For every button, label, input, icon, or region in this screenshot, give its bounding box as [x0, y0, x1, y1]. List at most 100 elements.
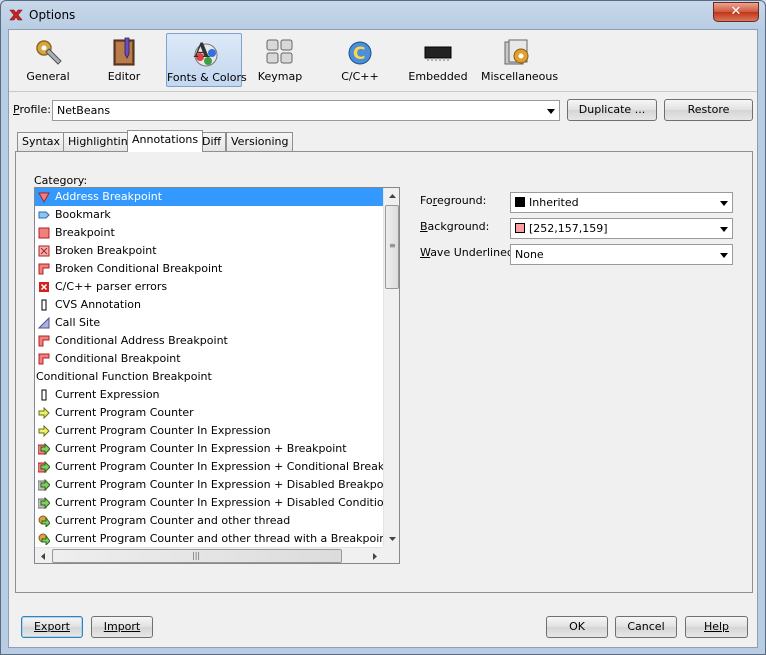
scroll-down-icon[interactable] — [384, 530, 400, 547]
list-item-label: Current Program Counter In Expression — [55, 424, 271, 437]
import-button[interactable]: Import — [91, 616, 153, 638]
broken-breakpoint-icon — [38, 245, 50, 257]
list-item-label: Current Program Counter In Expression + … — [55, 442, 347, 455]
tab-versioning[interactable]: Versioning — [226, 132, 294, 151]
restore-button[interactable]: Restore — [664, 99, 753, 121]
list-item-label: Breakpoint — [55, 226, 115, 239]
list-item[interactable]: Conditional Breakpoint — [35, 350, 383, 368]
foreground-value: Inherited — [529, 196, 579, 209]
list-item-label: Current Expression — [55, 388, 160, 401]
misc-gear-icon — [504, 39, 529, 65]
options-window: Options ✕ General Editor A Fonts & Color… — [0, 0, 766, 655]
category-general[interactable]: General — [17, 33, 79, 87]
list-item[interactable]: Bookmark — [35, 206, 383, 224]
list-item[interactable]: Conditional Address Breakpoint — [35, 332, 383, 350]
program-counter-breakpoint-icon — [38, 461, 50, 473]
breakpoint-icon — [38, 227, 50, 239]
wave-underlined-select[interactable]: None — [510, 244, 733, 265]
vertical-scroll-thumb[interactable]: ≡ — [385, 205, 399, 289]
profile-value: NetBeans — [57, 104, 111, 117]
window-title: Options — [29, 8, 76, 22]
list-item[interactable]: C/C++ parser errors — [35, 278, 383, 296]
export-button[interactable]: Export — [21, 616, 83, 638]
list-item-label: C/C++ parser errors — [55, 280, 168, 293]
cpp-icon: C — [348, 41, 372, 65]
help-button[interactable]: Help — [685, 616, 748, 638]
duplicate-button[interactable]: Duplicate ... — [567, 99, 657, 121]
background-select[interactable]: [252,157,159] — [510, 218, 733, 239]
list-item[interactable]: Call Site — [35, 314, 383, 332]
list-item[interactable]: Current Program Counter In Expression + … — [35, 494, 383, 512]
category-miscellaneous[interactable]: Miscellaneous — [481, 33, 558, 87]
horizontal-scrollbar[interactable]: ||| — [35, 547, 383, 564]
category-editor[interactable]: Editor — [93, 33, 155, 87]
list-item[interactable]: Current Program Counter In Expression + … — [35, 476, 383, 494]
category-label: Category: — [34, 174, 88, 187]
svg-text:A: A — [193, 38, 210, 62]
list-item[interactable]: Current Expression — [35, 386, 383, 404]
cvs-annotation-icon — [41, 299, 47, 311]
ok-button[interactable]: OK — [546, 616, 608, 638]
category-keymap[interactable]: Keymap — [249, 33, 311, 87]
pencil-book-icon — [113, 37, 135, 66]
close-button[interactable]: ✕ — [713, 2, 759, 22]
netbeans-app-icon — [9, 9, 23, 21]
scroll-right-icon[interactable] — [366, 548, 383, 564]
cancel-button[interactable]: Cancel — [615, 616, 677, 638]
annotations-panel: Category: Address Breakpoint Bookmark Brea… — [15, 151, 753, 593]
gear-wrench-icon — [36, 40, 62, 65]
list-item-label: Current Program Counter and other thread… — [55, 532, 383, 545]
tab-annotations[interactable]: Annotations — [127, 130, 204, 152]
category-editor-label: Editor — [107, 70, 141, 83]
vertical-scrollbar[interactable]: ≡ — [383, 188, 400, 547]
current-expression-icon — [41, 389, 47, 401]
list-item[interactable]: Current Program Counter and other thread… — [35, 530, 383, 548]
list-item[interactable]: Address Breakpoint — [35, 188, 383, 206]
wave-underlined-label: Wave Underlined: — [420, 246, 518, 259]
list-item[interactable]: Current Program Counter In Expression + … — [35, 440, 383, 458]
list-item[interactable]: Current Program Counter In Expression + … — [35, 458, 383, 476]
list-item[interactable]: Broken Conditional Breakpoint — [35, 260, 383, 278]
tab-syntax[interactable]: Syntax — [17, 132, 66, 151]
category-embedded[interactable]: Embedded — [405, 33, 471, 87]
scroll-up-icon[interactable] — [384, 188, 400, 205]
list-item-label: Current Program Counter — [55, 406, 194, 419]
horizontal-scroll-thumb[interactable]: ||| — [52, 549, 342, 563]
list-item-label: CVS Annotation — [55, 298, 142, 311]
annotation-category-list[interactable]: Address Breakpoint Bookmark Breakpoint Brok… — [34, 187, 400, 564]
list-item[interactable]: CVS Annotation — [35, 296, 383, 314]
chevron-down-icon — [720, 227, 728, 232]
list-item[interactable]: Current Program Counter — [35, 404, 383, 422]
background-value: [252,157,159] — [529, 222, 608, 235]
wave-underlined-value: None — [515, 248, 544, 261]
list-item-label: Current Program Counter In Expression + … — [55, 478, 383, 491]
list-item-label: Conditional Function Breakpoint — [36, 370, 212, 383]
list-item[interactable]: Conditional Function Breakpoint — [35, 368, 383, 386]
call-site-icon — [38, 317, 50, 329]
keyboard-icon — [266, 39, 293, 64]
foreground-select[interactable]: Inherited — [510, 192, 733, 213]
category-cpp[interactable]: C C/C++ — [329, 33, 391, 87]
category-embedded-label: Embedded — [408, 70, 468, 83]
category-keymap-label: Keymap — [257, 70, 303, 83]
scroll-left-icon[interactable] — [35, 548, 52, 564]
program-counter-thread-icon — [38, 533, 50, 545]
list-item-label: Current Program Counter In Expression + … — [55, 460, 383, 473]
list-item[interactable]: Current Program Counter and other thread — [35, 512, 383, 530]
list-item[interactable]: Broken Breakpoint — [35, 242, 383, 260]
list-item[interactable]: Breakpoint — [35, 224, 383, 242]
broken-conditional-breakpoint-icon — [38, 263, 50, 275]
foreground-label: Foreground: — [420, 194, 487, 207]
category-fonts-colors[interactable]: A Fonts & Colors — [166, 33, 247, 87]
list-item-label: Broken Conditional Breakpoint — [55, 262, 223, 275]
title-bar[interactable]: Options ✕ — [1, 1, 765, 29]
profile-select[interactable]: NetBeans — [52, 100, 560, 121]
profile-label: Profile: — [13, 103, 51, 116]
background-label: Background: — [420, 220, 490, 233]
list-item-label: Call Site — [55, 316, 101, 329]
address-breakpoint-icon — [38, 192, 50, 203]
parser-error-icon — [39, 282, 49, 292]
background-swatch — [515, 223, 525, 233]
program-counter-icon — [38, 407, 50, 419]
list-item[interactable]: Current Program Counter In Expression — [35, 422, 383, 440]
